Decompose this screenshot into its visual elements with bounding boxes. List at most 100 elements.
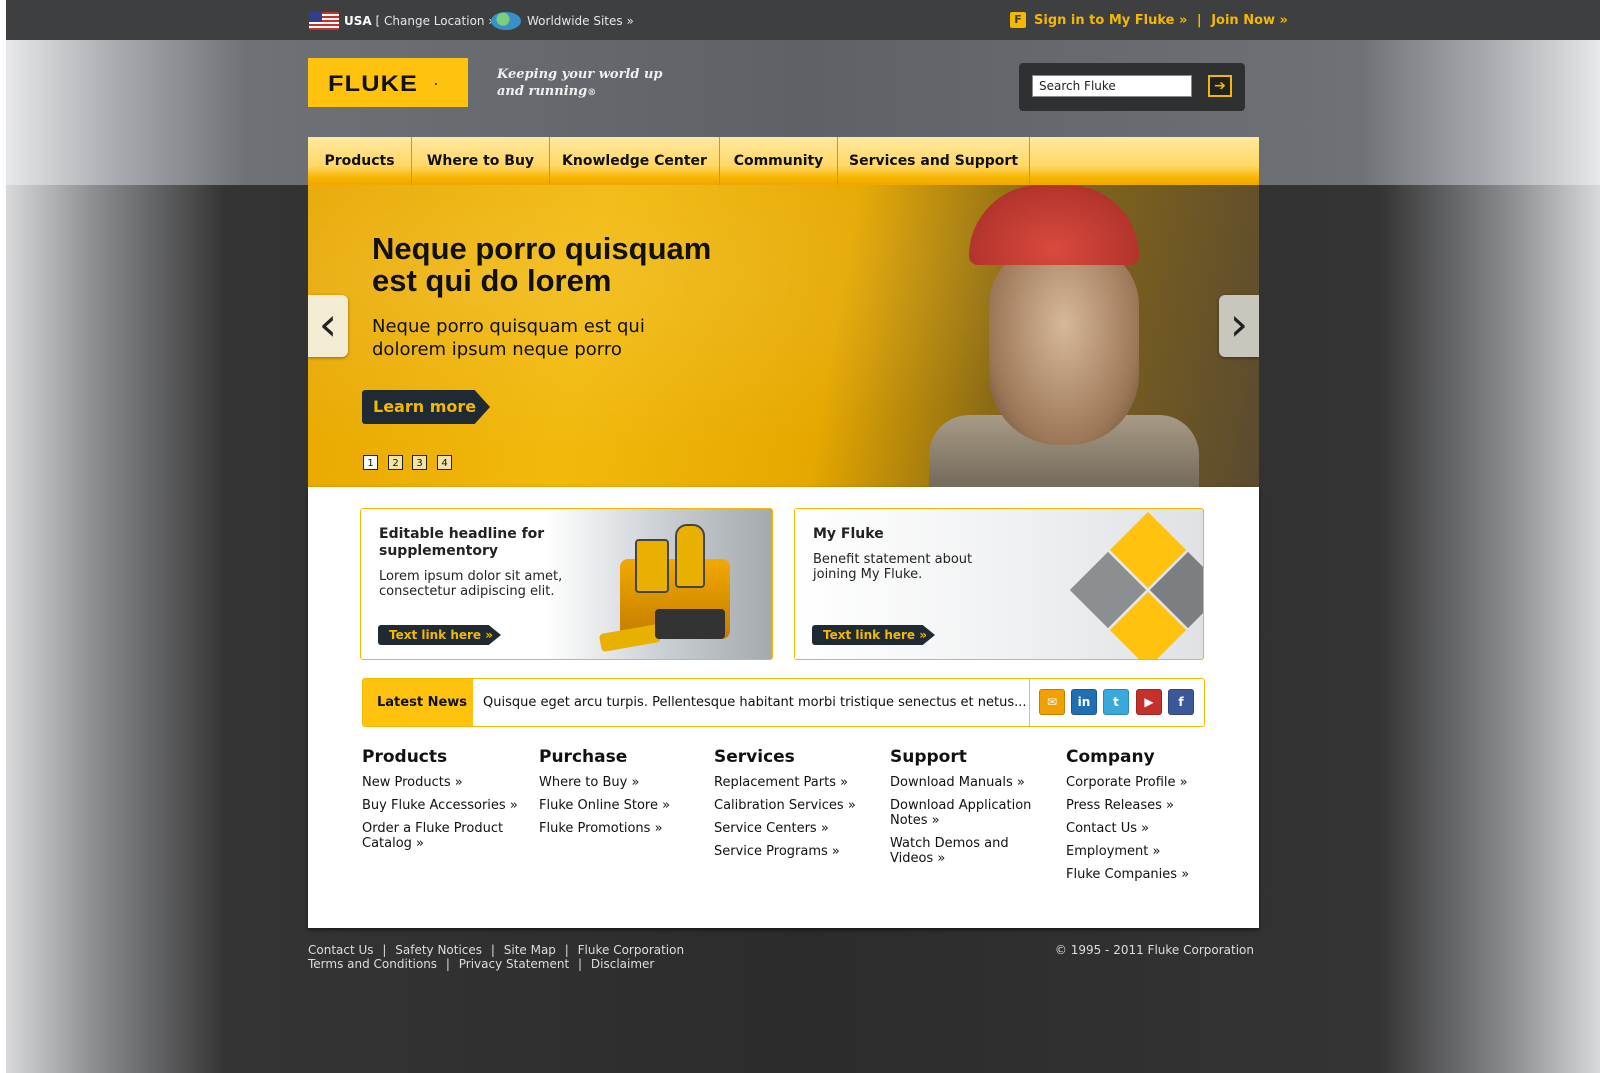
column-link[interactable]: Corporate Profile » [1066,775,1236,790]
location-selector[interactable]: USA [ Change Location » ] [344,14,504,28]
carousel-page-3[interactable]: 3 [412,455,427,470]
tagline-line-1: Keeping your world up [497,67,663,82]
tagline: Keeping your world up and running® [497,66,663,102]
nav-services-and-support[interactable]: Services and Support [838,137,1030,185]
hero-headline-line-2: est qui do lorem [372,263,612,298]
carousel-next-button[interactable]: › [1219,295,1259,357]
globe-icon[interactable] [491,12,521,30]
column-link[interactable]: Watch Demos and Videos » [890,836,1020,866]
carousel-prev-button[interactable]: ‹ [308,295,348,357]
linkedin-icon[interactable]: in [1071,689,1097,715]
footer-link-site-map[interactable]: Site Map [504,943,556,957]
column-link[interactable]: New Products » [362,775,532,790]
carousel-page-2[interactable]: 2 [388,455,403,470]
latest-news-bar: Latest News Quisque eget arcu turpis. Pe… [362,678,1205,727]
promo-text-link[interactable]: Text link here » [812,625,935,645]
search-submit-button[interactable]: ➔ [1208,75,1232,97]
column-link[interactable]: Order a Fluke Product Catalog » [362,821,512,851]
footer-link-contact-us[interactable]: Contact Us [308,943,374,957]
column-link[interactable]: Employment » [1066,844,1236,859]
learn-more-button[interactable]: Learn more » [362,390,490,424]
change-location-link[interactable]: [ Change Location » ] [376,14,505,28]
join-now-link[interactable]: Join Now » [1211,13,1288,28]
column-link[interactable]: Where to Buy » [539,775,709,790]
promo-body-line-2: consectetur adipiscing elit. [379,584,555,599]
main-nav: Products Where to Buy Knowledge Center C… [308,137,1259,185]
chevron-right-icon: › [1229,297,1249,351]
logo-wordmark: FLUKE [328,71,419,96]
column-link[interactable]: Press Releases » [1066,798,1236,813]
promo-body: Benefit statement about joining My Fluke… [813,552,972,582]
country-label: USA [344,14,372,28]
logo-mark: . [434,77,438,88]
column-link[interactable]: Contact Us » [1066,821,1236,836]
footer-column-products: Products New Products » Buy Fluke Access… [362,747,532,859]
column-link[interactable]: Service Programs » [714,844,884,859]
column-link[interactable]: Buy Fluke Accessories » [362,798,532,813]
copyright: © 1995 - 2011 Fluke Corporation [1054,943,1254,957]
twitter-icon[interactable]: t [1103,689,1129,715]
column-heading: Services [714,747,795,767]
hero-headline-line-1: Neque porro quisquam [372,231,712,266]
carousel-page-4[interactable]: 4 [437,455,452,470]
facebook-icon[interactable]: f [1168,689,1194,715]
utility-bar [6,0,1600,40]
signin-link[interactable]: Sign in to My Fluke » [1034,13,1187,28]
email-icon[interactable]: ✉ [1039,689,1065,715]
promo-title-line-2: supplementory [379,543,499,559]
promo-body: Lorem ipsum dolor sit amet, consectetur … [379,569,562,599]
footer-column-company: Company Corporate Profile » Press Releas… [1066,747,1236,890]
carousel-page-1[interactable]: 1 [363,455,378,470]
promo-body-line-1: Benefit statement about [813,552,973,567]
footer-separator: | [578,957,583,971]
nav-community[interactable]: Community [720,137,838,185]
column-link[interactable]: Replacement Parts » [714,775,884,790]
hero-subtext: Neque porro quisquam est qui dolorem ips… [372,315,712,361]
column-heading: Purchase [539,747,628,767]
promo-card-accessories: Editable headline for supplementory Lore… [360,508,773,660]
column-heading: Products [362,747,448,767]
footer-link-privacy[interactable]: Privacy Statement [459,957,569,971]
footer-link-safety-notices[interactable]: Safety Notices [395,943,482,957]
news-divider [1029,679,1030,726]
latest-news-text[interactable]: Quisque eget arcu turpis. Pellentesque h… [483,679,1027,726]
tagline-registered: ® [587,88,597,98]
column-link[interactable]: Download Manuals » [890,775,1060,790]
footer-separator: | [490,943,495,957]
tagline-line-2: and running [497,84,588,99]
promo-body-line-1: Lorem ipsum dolor sit amet, [379,569,563,584]
hero-subtext-line-1: Neque porro quisquam est qui [372,316,645,337]
us-flag-icon[interactable] [309,12,339,30]
column-link[interactable]: Fluke Companies » [1066,867,1236,882]
search-input[interactable] [1032,75,1192,97]
latest-news-label: Latest News [363,679,473,726]
footer-link-fluke-corporation[interactable]: Fluke Corporation [578,943,684,957]
footer-column-purchase: Purchase Where to Buy » Fluke Online Sto… [539,747,709,844]
footer-link-terms[interactable]: Terms and Conditions [308,957,437,971]
column-link[interactable]: Fluke Promotions » [539,821,709,836]
column-heading: Support [890,747,967,767]
footer-separator: | [564,943,569,957]
column-link[interactable]: Calibration Services » [714,798,884,813]
column-link[interactable]: Download Application Notes » [890,798,1040,828]
promo-body-line-2: joining My Fluke. [813,567,923,582]
nav-where-to-buy[interactable]: Where to Buy [412,137,550,185]
promo-title: My Fluke [813,526,884,542]
fluke-logo[interactable]: FLUKE . [308,58,468,107]
column-link[interactable]: Service Centers » [714,821,884,836]
promo-text-link[interactable]: Text link here » [378,625,501,645]
nav-products[interactable]: Products [308,137,412,185]
column-link[interactable]: Fluke Online Store » [539,798,709,813]
footer-separator: | [382,943,387,957]
chevron-left-icon: ‹ [318,297,338,351]
search-box: ➔ [1019,63,1245,111]
hero-carousel: Neque porro quisquam est qui do lorem Ne… [308,185,1259,487]
footer-link-disclaimer[interactable]: Disclaimer [591,957,654,971]
toolbag-image [598,519,750,653]
nav-knowledge-center[interactable]: Knowledge Center [550,137,720,185]
youtube-icon[interactable]: ▶ [1136,689,1162,715]
promo-card-my-fluke: My Fluke Benefit statement about joining… [794,508,1204,660]
hero-subtext-line-2: dolorem ipsum neque porro [372,339,622,360]
worldwide-sites-link[interactable]: Worldwide Sites » [527,14,634,28]
legal-links: Contact Us | Safety Notices | Site Map |… [308,943,684,971]
